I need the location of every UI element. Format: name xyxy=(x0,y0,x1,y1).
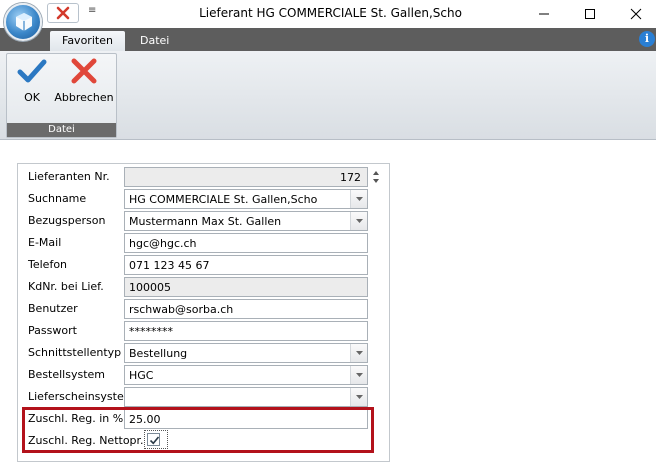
label-email: E-Mail xyxy=(28,236,62,249)
label-bestellsystem: Bestellsystem xyxy=(28,368,106,381)
tab-favoriten[interactable]: Favoriten xyxy=(50,31,125,51)
label-lieferanten-nr: Lieferanten Nr. xyxy=(28,170,110,183)
telefon-field[interactable]: 071 123 45 67 xyxy=(124,255,368,275)
app-menu-button[interactable] xyxy=(4,3,42,41)
window-close-icon xyxy=(630,8,642,20)
chevron-down-icon xyxy=(356,395,363,399)
maximize-button[interactable] xyxy=(567,0,613,28)
title-bar: ≡ Lieferant HG COMMERCIALE St. Gallen,Sc… xyxy=(0,0,661,41)
lieferscheinsystem-dropdown-button[interactable] xyxy=(350,388,367,406)
bestellsystem-combo[interactable]: HGC xyxy=(124,365,368,385)
lieferanten-nr-field[interactable]: 172 xyxy=(124,167,368,187)
info-icon[interactable]: i xyxy=(639,31,655,47)
label-kdnr: KdNr. bei Lief. xyxy=(28,280,104,293)
spin-up-down-icon xyxy=(373,171,379,183)
chevron-down-icon xyxy=(356,219,363,223)
chevron-down-icon xyxy=(356,351,363,355)
ok-button[interactable]: OK xyxy=(15,58,49,104)
bezugsperson-value: Mustermann Max St. Gallen xyxy=(129,215,282,228)
suchname-combo[interactable]: HG COMMERCIALE St. Gallen,Scho xyxy=(124,189,368,209)
tab-datei[interactable]: Datei xyxy=(128,31,181,51)
label-telefon: Telefon xyxy=(28,258,68,271)
label-schnittstellentyp: Schnittstellentyp xyxy=(28,346,122,359)
label-passwort: Passwort xyxy=(28,324,77,337)
abbrechen-button-label: Abbrechen xyxy=(54,91,114,104)
chevron-down-icon xyxy=(356,197,363,201)
checkmark-icon xyxy=(17,59,47,83)
ok-button-label: OK xyxy=(24,91,40,104)
label-benutzer: Benutzer xyxy=(28,302,78,315)
kdnr-field[interactable]: 100005 xyxy=(124,277,368,297)
label-lieferscheinsystem: Lieferscheinsystem xyxy=(28,390,135,403)
abbrechen-button[interactable]: Abbrechen xyxy=(53,58,115,104)
close-button[interactable] xyxy=(613,0,659,28)
bestellsystem-value: HGC xyxy=(129,369,154,382)
benutzer-field[interactable]: rschwab@sorba.ch xyxy=(124,299,368,319)
minimize-button[interactable] xyxy=(521,0,567,28)
minimize-icon xyxy=(539,13,549,15)
label-bezugsperson: Bezugsperson xyxy=(28,214,106,227)
label-suchname: Suchname xyxy=(28,192,87,205)
bezugsperson-combo[interactable]: Mustermann Max St. Gallen xyxy=(124,211,368,231)
lieferanten-nr-spinner[interactable] xyxy=(369,167,383,187)
suchname-value: HG COMMERCIALE St. Gallen,Scho xyxy=(129,193,318,206)
cross-icon xyxy=(71,58,97,84)
bezugsperson-dropdown-button[interactable] xyxy=(350,212,367,230)
schnittstellentyp-combo[interactable]: Bestellung xyxy=(124,343,368,363)
ribbon-group-label: Datei xyxy=(7,123,116,137)
ribbon-group-datei: OK Abbrechen Datei xyxy=(6,53,117,138)
suchname-dropdown-button[interactable] xyxy=(350,190,367,208)
bestellsystem-dropdown-button[interactable] xyxy=(350,366,367,384)
ribbon-panel: OK Abbrechen Datei xyxy=(0,51,656,140)
schnittstellentyp-dropdown-button[interactable] xyxy=(350,344,367,362)
schnittstellentyp-value: Bestellung xyxy=(129,347,188,360)
passwort-field[interactable]: ******** xyxy=(124,321,368,341)
lieferscheinsystem-combo[interactable] xyxy=(124,387,368,407)
ribbon-edge xyxy=(656,28,661,140)
ribbon-tab-bar: Favoriten Datei i xyxy=(0,28,661,51)
chevron-down-icon xyxy=(356,373,363,377)
app-orb-icon xyxy=(16,13,32,31)
email-field[interactable]: hgc@hgc.ch xyxy=(124,233,368,253)
maximize-icon xyxy=(585,9,595,19)
highlight-box xyxy=(22,407,374,453)
